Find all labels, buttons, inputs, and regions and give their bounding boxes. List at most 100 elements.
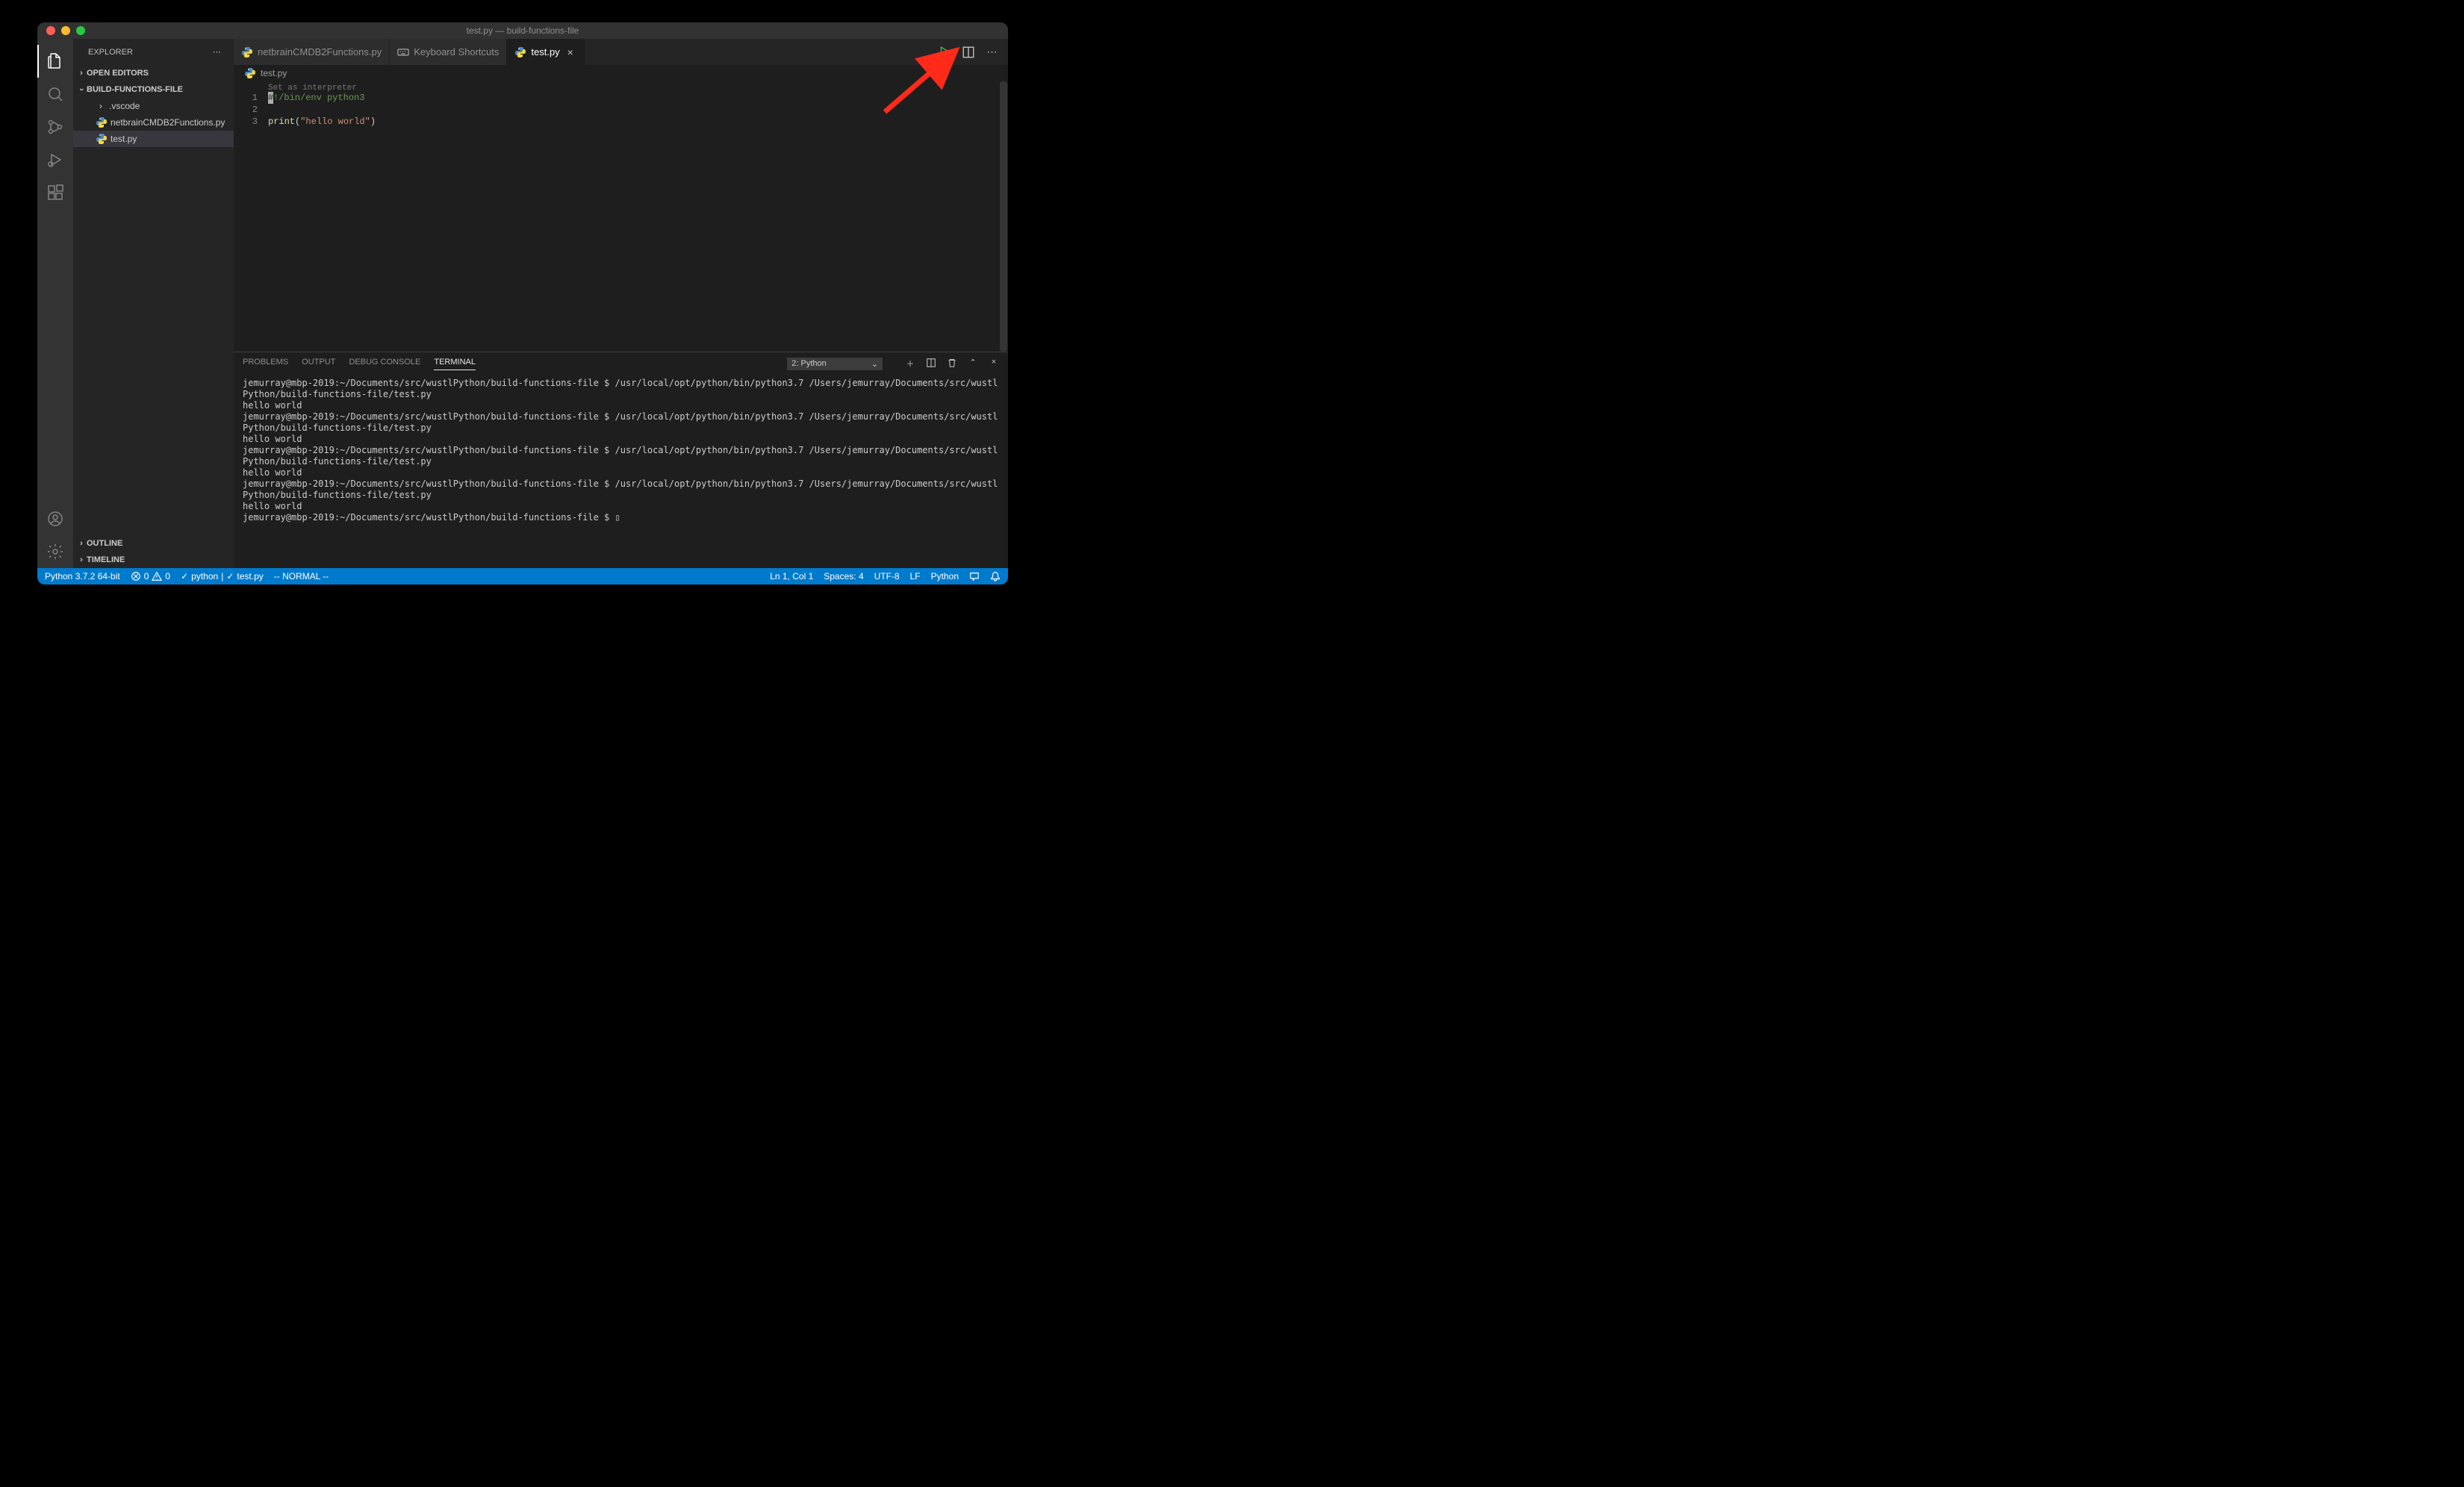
search-activity-icon[interactable] bbox=[37, 78, 73, 110]
breadcrumb[interactable]: test.py bbox=[234, 65, 1008, 81]
chevron-right-icon: › bbox=[96, 101, 106, 111]
status-warnings-count: 0 bbox=[165, 571, 170, 582]
tab-keyboard-shortcuts[interactable]: Keyboard Shortcuts bbox=[390, 39, 507, 65]
chevron-right-icon: › bbox=[76, 539, 87, 548]
codelens-hint[interactable]: Set as interpreter bbox=[268, 82, 357, 94]
run-file-button[interactable] bbox=[938, 46, 951, 59]
minimap[interactable] bbox=[992, 81, 999, 352]
chevron-right-icon: › bbox=[76, 69, 87, 78]
more-actions-icon[interactable]: ⋯ bbox=[986, 46, 999, 59]
tab-label: netbrainCMDB2Functions.py bbox=[258, 46, 382, 57]
editor-scrollbar[interactable] bbox=[999, 81, 1008, 352]
close-window-button[interactable] bbox=[46, 26, 55, 35]
tab-label: test.py bbox=[531, 46, 559, 57]
sidebar-more-icon[interactable]: ⋯ bbox=[213, 47, 222, 57]
open-editors-section[interactable]: › OPEN EDITORS bbox=[73, 65, 234, 81]
tree-item-label: test.py bbox=[111, 134, 137, 144]
project-section[interactable]: › BUILD-FUNCTIONS-FILE bbox=[73, 81, 234, 98]
split-terminal-icon[interactable] bbox=[926, 358, 936, 370]
python-file-icon bbox=[96, 116, 108, 128]
status-vim-mode: -- NORMAL -- bbox=[274, 571, 329, 582]
outline-section[interactable]: › OUTLINE bbox=[73, 535, 234, 552]
code-content[interactable]: Set as interpreter #!/bin/env python3 pr… bbox=[268, 81, 992, 352]
traffic-lights bbox=[37, 26, 85, 35]
maximize-window-button[interactable] bbox=[76, 26, 85, 35]
python-file-icon bbox=[96, 133, 108, 145]
code-editor[interactable]: 1 2 3 Set as interpreter #!/bin/env pyth… bbox=[234, 81, 1008, 352]
panel-tab-debug[interactable]: DEBUG CONSOLE bbox=[349, 358, 420, 370]
code-text: print bbox=[268, 116, 295, 127]
status-check-label: python bbox=[191, 571, 218, 582]
line-number: 2 bbox=[234, 104, 258, 116]
open-editors-label: OPEN EDITORS bbox=[87, 69, 149, 78]
line-number: 1 bbox=[234, 92, 258, 104]
activity-bar bbox=[37, 39, 73, 568]
status-errors-count: 0 bbox=[144, 571, 149, 582]
status-check-python[interactable]: ✓ python | bbox=[181, 571, 223, 582]
python-file-icon bbox=[241, 46, 253, 58]
chevron-down-icon: › bbox=[77, 84, 86, 95]
minimize-window-button[interactable] bbox=[61, 26, 70, 35]
panel-tab-terminal[interactable]: TERMINAL bbox=[434, 358, 476, 370]
timeline-section[interactable]: › TIMELINE bbox=[73, 552, 234, 568]
terminal-output[interactable]: jemurray@mbp-2019:~/Documents/src/wustlP… bbox=[234, 375, 1008, 568]
panel-tabs: PROBLEMS OUTPUT DEBUG CONSOLE TERMINAL 2… bbox=[234, 352, 1008, 375]
tree-file-test[interactable]: test.py bbox=[73, 131, 234, 147]
project-label: BUILD-FUNCTIONS-FILE bbox=[87, 85, 183, 94]
chevron-down-icon: ⌄ bbox=[871, 359, 878, 369]
new-terminal-icon[interactable]: ＋ bbox=[905, 358, 915, 370]
titlebar: test.py — build-functions-file bbox=[37, 22, 1008, 39]
keyboard-icon bbox=[397, 46, 409, 58]
extensions-activity-icon[interactable] bbox=[37, 176, 73, 209]
breadcrumb-label: test.py bbox=[261, 68, 287, 78]
outline-label: OUTLINE bbox=[87, 539, 122, 548]
kill-terminal-icon[interactable] bbox=[947, 358, 957, 370]
window-title: test.py — build-functions-file bbox=[37, 25, 1008, 36]
panel-tab-problems[interactable]: PROBLEMS bbox=[243, 358, 288, 370]
line-gutter: 1 2 3 bbox=[234, 81, 268, 352]
accounts-activity-icon[interactable] bbox=[37, 502, 73, 535]
status-language[interactable]: Python bbox=[931, 571, 959, 582]
statusbar: Python 3.7.2 64-bit 0 0 ✓ python | ✓ tes… bbox=[37, 568, 1008, 584]
tab-test[interactable]: test.py × bbox=[507, 39, 584, 65]
timeline-label: TIMELINE bbox=[87, 555, 125, 564]
code-text: "hello world" bbox=[300, 116, 370, 127]
python-file-icon bbox=[514, 46, 526, 58]
split-editor-icon[interactable] bbox=[962, 46, 975, 59]
explorer-activity-icon[interactable] bbox=[37, 45, 73, 78]
settings-activity-icon[interactable] bbox=[37, 535, 73, 568]
maximize-panel-icon[interactable]: ⌃ bbox=[968, 358, 978, 370]
code-text: !/bin/env python3 bbox=[273, 93, 364, 103]
sidebar-title: EXPLORER bbox=[88, 48, 133, 57]
tab-netbrain[interactable]: netbrainCMDB2Functions.py bbox=[234, 39, 390, 65]
chevron-right-icon: › bbox=[76, 555, 87, 564]
line-number: 3 bbox=[234, 116, 258, 128]
tab-label: Keyboard Shortcuts bbox=[414, 46, 499, 57]
status-feedback-icon[interactable] bbox=[969, 571, 980, 582]
python-file-icon bbox=[244, 67, 256, 79]
status-check-file[interactable]: ✓ test.py bbox=[226, 571, 263, 582]
bottom-panel: PROBLEMS OUTPUT DEBUG CONSOLE TERMINAL 2… bbox=[234, 352, 1008, 568]
status-problems[interactable]: 0 0 bbox=[131, 571, 170, 582]
terminal-select[interactable]: 2: Python ⌄ bbox=[787, 358, 883, 370]
vscode-window: test.py — build-functions-file bbox=[37, 22, 1008, 584]
status-python-interpreter[interactable]: Python 3.7.2 64-bit bbox=[45, 571, 120, 582]
status-spaces[interactable]: Spaces: 4 bbox=[824, 571, 863, 582]
status-eol[interactable]: LF bbox=[910, 571, 921, 582]
run-debug-activity-icon[interactable] bbox=[37, 143, 73, 176]
source-control-activity-icon[interactable] bbox=[37, 110, 73, 143]
terminal-select-label: 2: Python bbox=[791, 359, 826, 368]
status-bell-icon[interactable] bbox=[990, 571, 1001, 582]
close-panel-icon[interactable]: × bbox=[989, 358, 999, 370]
close-tab-icon[interactable]: × bbox=[564, 46, 576, 58]
code-text: ) bbox=[370, 116, 376, 127]
status-encoding[interactable]: UTF-8 bbox=[874, 571, 900, 582]
tree-file-netbrain[interactable]: netbrainCMDB2Functions.py bbox=[73, 114, 234, 131]
panel-tab-output[interactable]: OUTPUT bbox=[302, 358, 335, 370]
file-tree: › .vscode netbrainCMDB2Functions.py test… bbox=[73, 98, 234, 535]
editor-area: netbrainCMDB2Functions.py Keyboard Short… bbox=[234, 39, 1008, 568]
editor-tabs: netbrainCMDB2Functions.py Keyboard Short… bbox=[234, 39, 1008, 65]
sidebar-header: EXPLORER ⋯ bbox=[73, 39, 234, 65]
status-ln-col[interactable]: Ln 1, Col 1 bbox=[770, 571, 813, 582]
tree-folder-vscode[interactable]: › .vscode bbox=[73, 98, 234, 114]
